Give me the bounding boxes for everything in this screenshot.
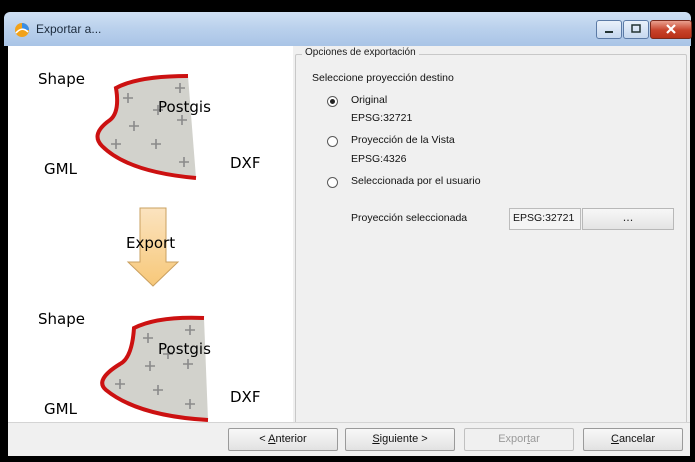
cancel-label-mnemonic: C: [610, 433, 619, 445]
postgis-label-top: Postgis: [158, 98, 211, 116]
app-logo-icon: [15, 23, 29, 37]
select-projection-label: Seleccione proyección destino: [312, 72, 454, 84]
previous-button[interactable]: < Anterior: [228, 428, 338, 451]
dialog-content: Shape Postgis DXF GML Export Shape Postg…: [8, 46, 690, 429]
cancel-button[interactable]: Cancelar: [583, 428, 683, 451]
export-label-post: ar: [530, 433, 540, 445]
radio-view-projection[interactable]: [327, 136, 338, 147]
dxf-label-bottom: DXF: [230, 388, 261, 406]
maximize-button[interactable]: [623, 20, 649, 39]
next-button[interactable]: Siguiente >: [345, 428, 455, 451]
export-illustration: Shape Postgis DXF GML Export Shape Postg…: [8, 46, 293, 429]
minimize-icon: [605, 31, 613, 33]
next-label-mnemonic: S: [372, 433, 380, 445]
close-icon: [666, 24, 676, 34]
postgis-label-bottom: Postgis: [158, 340, 211, 358]
title-bar[interactable]: Exportar a...: [4, 12, 692, 46]
export-button[interactable]: Exportar: [464, 428, 574, 451]
close-button[interactable]: [650, 20, 692, 39]
maximize-icon: [631, 24, 641, 33]
shape-label-top: Shape: [38, 70, 85, 88]
export-options-panel: Opciones de exportación Seleccione proye…: [295, 46, 688, 424]
shape-label-bottom: Shape: [38, 310, 85, 328]
dxf-label-top: DXF: [230, 154, 261, 172]
selected-projection-field: EPSG:32721: [509, 208, 581, 230]
export-dialog: Exportar a... Shape Postgis DXF GML Expo…: [0, 0, 695, 462]
gml-label-bottom: GML: [44, 400, 77, 418]
view-epsg-label: EPSG:4326: [351, 153, 407, 165]
previous-label-pre: <: [259, 433, 269, 445]
radio-view-projection-label[interactable]: Proyección de la Vista: [351, 134, 455, 146]
group-title: Opciones de exportación: [302, 47, 419, 58]
radio-selected-dot: [330, 99, 335, 104]
cancel-label-post: ancelar: [618, 433, 656, 445]
previous-label-post: nterior: [275, 433, 307, 445]
export-arrow-label: Export: [126, 234, 176, 252]
wizard-button-bar: < Anterior Siguiente > Exportar Cancelar: [8, 422, 690, 456]
selected-projection-label: Proyección seleccionada: [351, 212, 468, 224]
window-title: Exportar a...: [36, 22, 102, 36]
export-label-pre: Expor: [498, 433, 527, 445]
original-epsg-label: EPSG:32721: [351, 112, 413, 124]
next-label-post: iguiente >: [379, 433, 428, 445]
export-options-group: Opciones de exportación Seleccione proye…: [295, 47, 687, 424]
radio-user-selected-label[interactable]: Seleccionada por el usuario: [351, 175, 481, 187]
radio-original[interactable]: [327, 96, 338, 107]
selected-projection-value: EPSG:32721: [513, 212, 575, 224]
browse-projection-button[interactable]: ...: [582, 208, 674, 230]
gml-label-top: GML: [44, 160, 77, 178]
radio-user-selected[interactable]: [327, 177, 338, 188]
previous-label-mnemonic: A: [268, 433, 276, 445]
minimize-button[interactable]: [596, 20, 622, 39]
radio-original-label[interactable]: Original: [351, 94, 387, 106]
